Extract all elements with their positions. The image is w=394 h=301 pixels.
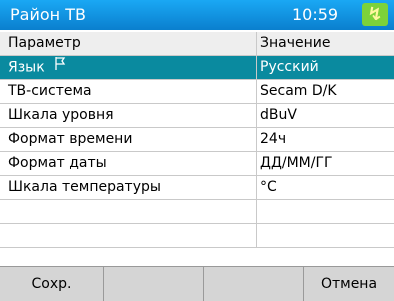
row-label: [0, 224, 257, 247]
table-row-empty: [0, 200, 394, 224]
table-row-language[interactable]: Язык Русский: [0, 56, 394, 80]
cancel-softkey[interactable]: Отмена: [304, 267, 394, 301]
table-row-time-format[interactable]: Формат времени 24ч: [0, 128, 394, 152]
row-value: dBuV: [260, 107, 297, 123]
row-label: Формат времени: [0, 128, 257, 151]
screen: Район ТВ 10:59 ↯ Параметр Значение Язык …: [0, 0, 394, 301]
row-value: [257, 200, 393, 223]
save-softkey[interactable]: Сохр.: [0, 267, 104, 301]
column-header-value: Значение: [260, 35, 331, 51]
window-title: Район ТВ: [10, 5, 86, 24]
row-value: 24ч: [260, 131, 287, 147]
softkey-bar: Сохр. Отмена: [0, 266, 394, 301]
row-label: ТВ-система: [0, 80, 257, 103]
row-label: Формат даты: [0, 152, 257, 175]
row-value: °C: [260, 179, 277, 195]
settings-table: Параметр Значение Язык Русский ТВ-систем…: [0, 32, 394, 248]
softkey-empty-1[interactable]: [104, 267, 204, 301]
column-header-parameter: Параметр: [0, 32, 257, 55]
clock: 10:59: [292, 5, 339, 24]
row-value: Русский: [260, 59, 319, 75]
table-header: Параметр Значение: [0, 32, 394, 56]
language-flag-icon: [53, 56, 67, 79]
battery-charging-icon: ↯: [362, 3, 388, 26]
row-value: Secam D/K: [260, 83, 337, 99]
table-row-temperature-scale[interactable]: Шкала температуры °C: [0, 176, 394, 200]
row-label: Язык: [0, 56, 257, 79]
title-bar: Район ТВ 10:59 ↯: [0, 0, 394, 30]
row-label: Шкала уровня: [0, 104, 257, 127]
row-label: [0, 200, 257, 223]
table-row-tv-system[interactable]: ТВ-система Secam D/K: [0, 80, 394, 104]
softkey-empty-2[interactable]: [204, 267, 304, 301]
table-row-date-format[interactable]: Формат даты ДД/ММ/ГГ: [0, 152, 394, 176]
row-label: Шкала температуры: [0, 176, 257, 199]
row-value: [257, 224, 393, 247]
row-value: ДД/ММ/ГГ: [260, 155, 333, 171]
table-row-level-scale[interactable]: Шкала уровня dBuV: [0, 104, 394, 128]
table-row-empty: [0, 224, 394, 248]
